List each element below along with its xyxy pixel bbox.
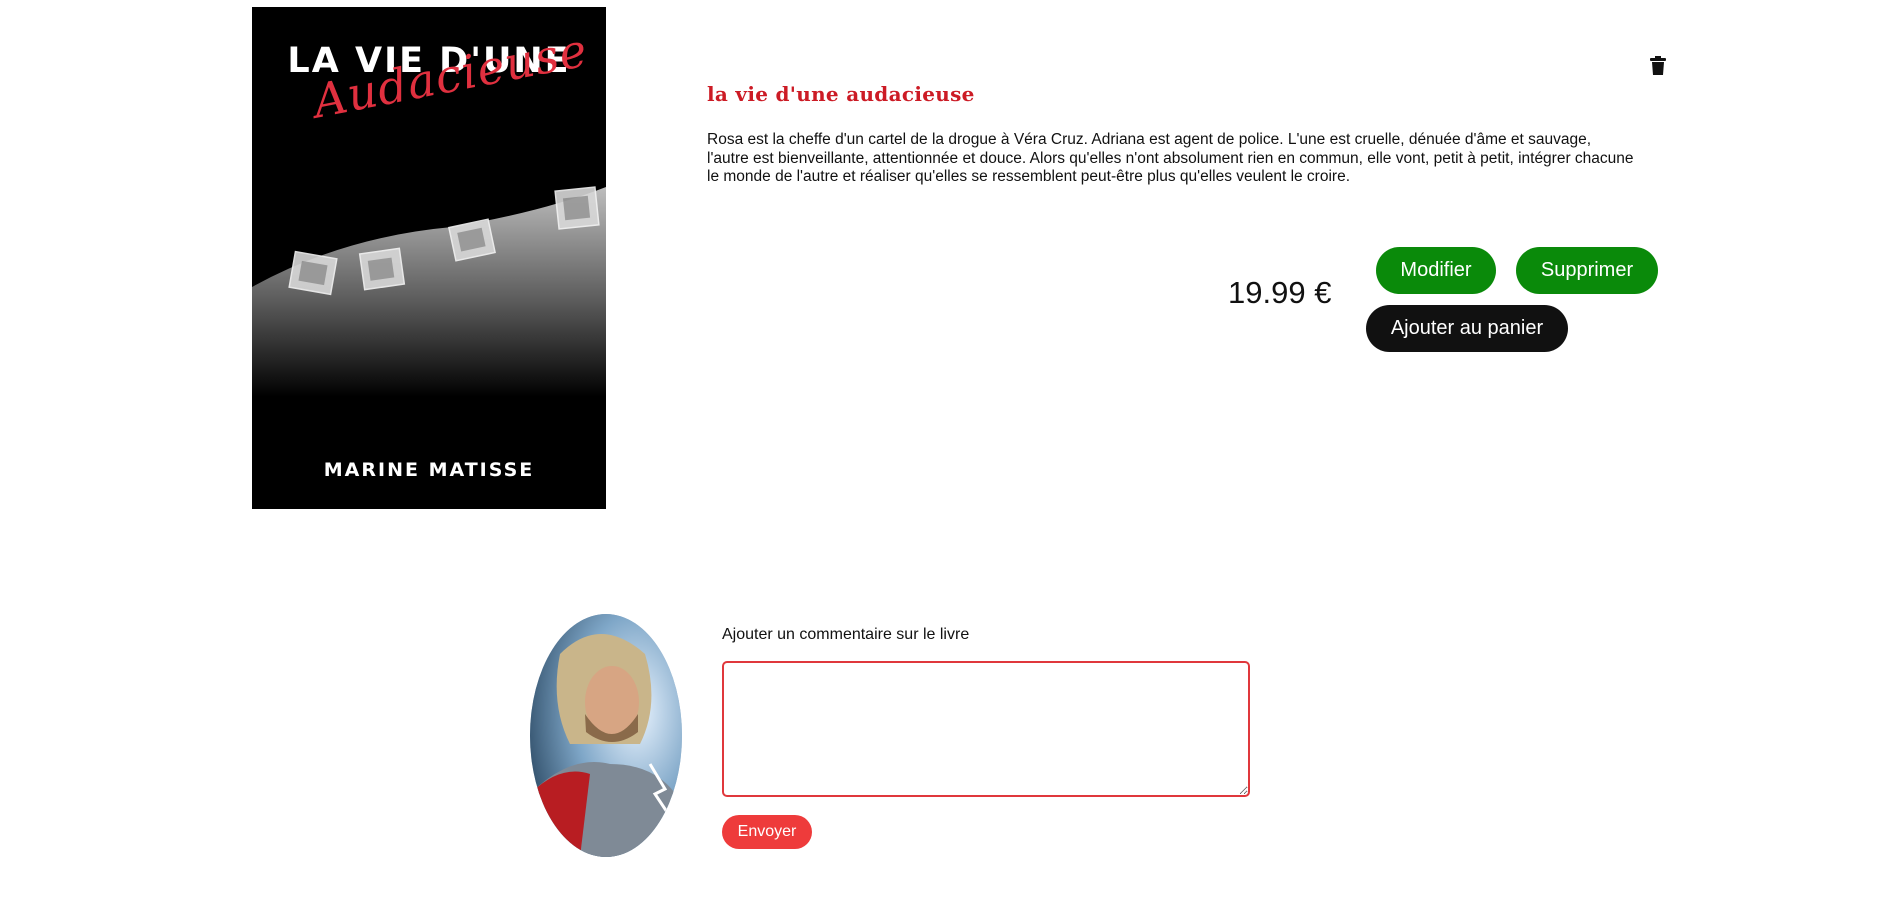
book-description: Rosa est la cheffe d'un cartel de la dro… [707, 131, 1634, 185]
trash-icon[interactable] [1650, 56, 1666, 75]
avatar-portrait-art [530, 614, 682, 857]
send-button[interactable]: Envoyer [722, 815, 812, 849]
delete-button[interactable]: Supprimer [1516, 247, 1658, 294]
modify-button[interactable]: Modifier [1376, 247, 1496, 294]
book-price: 19.99 € [1228, 275, 1332, 310]
book-cover: LA VIE D'UNE Audacieuse MARINE MATISSE [252, 7, 606, 509]
comment-label: Ajouter un commentaire sur le livre [722, 626, 970, 643]
comment-input[interactable] [722, 661, 1250, 797]
add-to-cart-button[interactable]: Ajouter au panier [1366, 305, 1568, 352]
cover-author: MARINE MATISSE [323, 459, 535, 481]
book-title: la vie d'une audacieuse [707, 82, 975, 106]
cover-subtitle-script: Audacieuse [308, 22, 592, 129]
avatar [530, 614, 682, 857]
cover-ice-cubes-art [252, 186, 606, 397]
